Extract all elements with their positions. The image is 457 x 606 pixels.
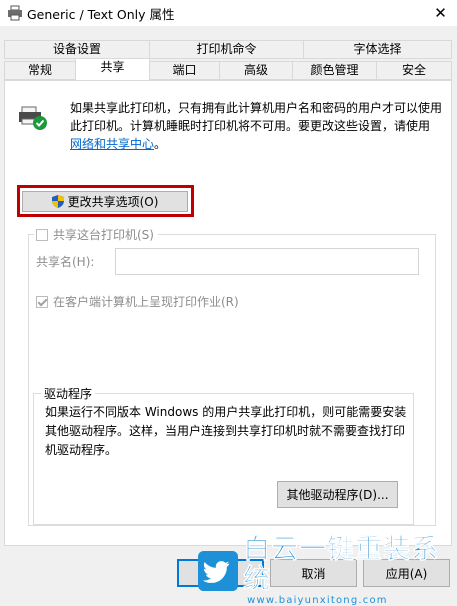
share-name-input[interactable]	[115, 248, 419, 275]
tab-sharing[interactable]: 共享	[75, 58, 150, 80]
watermark-title: 白云一键重装系统	[243, 534, 440, 595]
sharing-info-text: 如果共享此打印机，只有拥有此计算机用户名和密码的用户才可以使用此打印机。计算机睡…	[70, 99, 442, 153]
highlight-box	[17, 185, 194, 217]
printer-icon	[8, 5, 22, 21]
drivers-description: 如果运行不同版本 Windows 的用户共享此打印机，则可能需要安装其他驱动程序…	[45, 405, 407, 457]
render-jobs-label: 在客户端计算机上呈现打印作业(R)	[53, 295, 239, 309]
tab-printer-commands[interactable]: 打印机命令	[149, 40, 304, 59]
watermark: 白云一键重装系统 www.baiyunxitong.com	[198, 534, 457, 606]
drivers-legend: 驱动程序	[41, 385, 96, 402]
checkbox-checked[interactable]	[36, 295, 48, 308]
render-jobs-checkbox[interactable]: 在客户端计算机上呈现打印作业(R)	[36, 293, 239, 310]
tab-security[interactable]: 安全	[376, 61, 452, 80]
close-icon: ✕	[434, 4, 447, 22]
tab-general[interactable]: 常规	[4, 61, 76, 80]
additional-drivers-button[interactable]: 其他驱动程序(D)...	[277, 481, 398, 508]
network-sharing-center-link[interactable]: 网络和共享中心	[70, 137, 154, 151]
checkbox-unchecked[interactable]	[36, 228, 48, 241]
tab-device-settings[interactable]: 设备设置	[4, 40, 150, 59]
window-title: Generic / Text Only 属性	[27, 7, 175, 22]
share-printer-label: 共享这台打印机(S)	[53, 228, 154, 242]
sharing-info-suffix: 。	[154, 137, 167, 151]
sharing-info-body: 如果共享此打印机，只有拥有此计算机用户名和密码的用户才可以使用此打印机。计算机睡…	[70, 101, 443, 133]
twitter-bird-icon	[198, 550, 239, 591]
tab-advanced[interactable]: 高级	[219, 61, 293, 80]
share-printer-checkbox[interactable]: 共享这台打印机(S)	[34, 226, 158, 243]
tab-ports[interactable]: 端口	[149, 61, 220, 80]
share-name-label: 共享名(H):	[36, 255, 95, 269]
tab-color-management[interactable]: 颜色管理	[292, 61, 377, 80]
shared-printer-icon	[19, 106, 47, 130]
watermark-url: www.baiyunxitong.com	[247, 595, 388, 606]
tab-font-selection[interactable]: 字体选择	[303, 40, 452, 59]
watermark-text: 白云一键重装系统 www.baiyunxitong.com	[243, 534, 457, 606]
close-button[interactable]: ✕	[424, 0, 457, 26]
